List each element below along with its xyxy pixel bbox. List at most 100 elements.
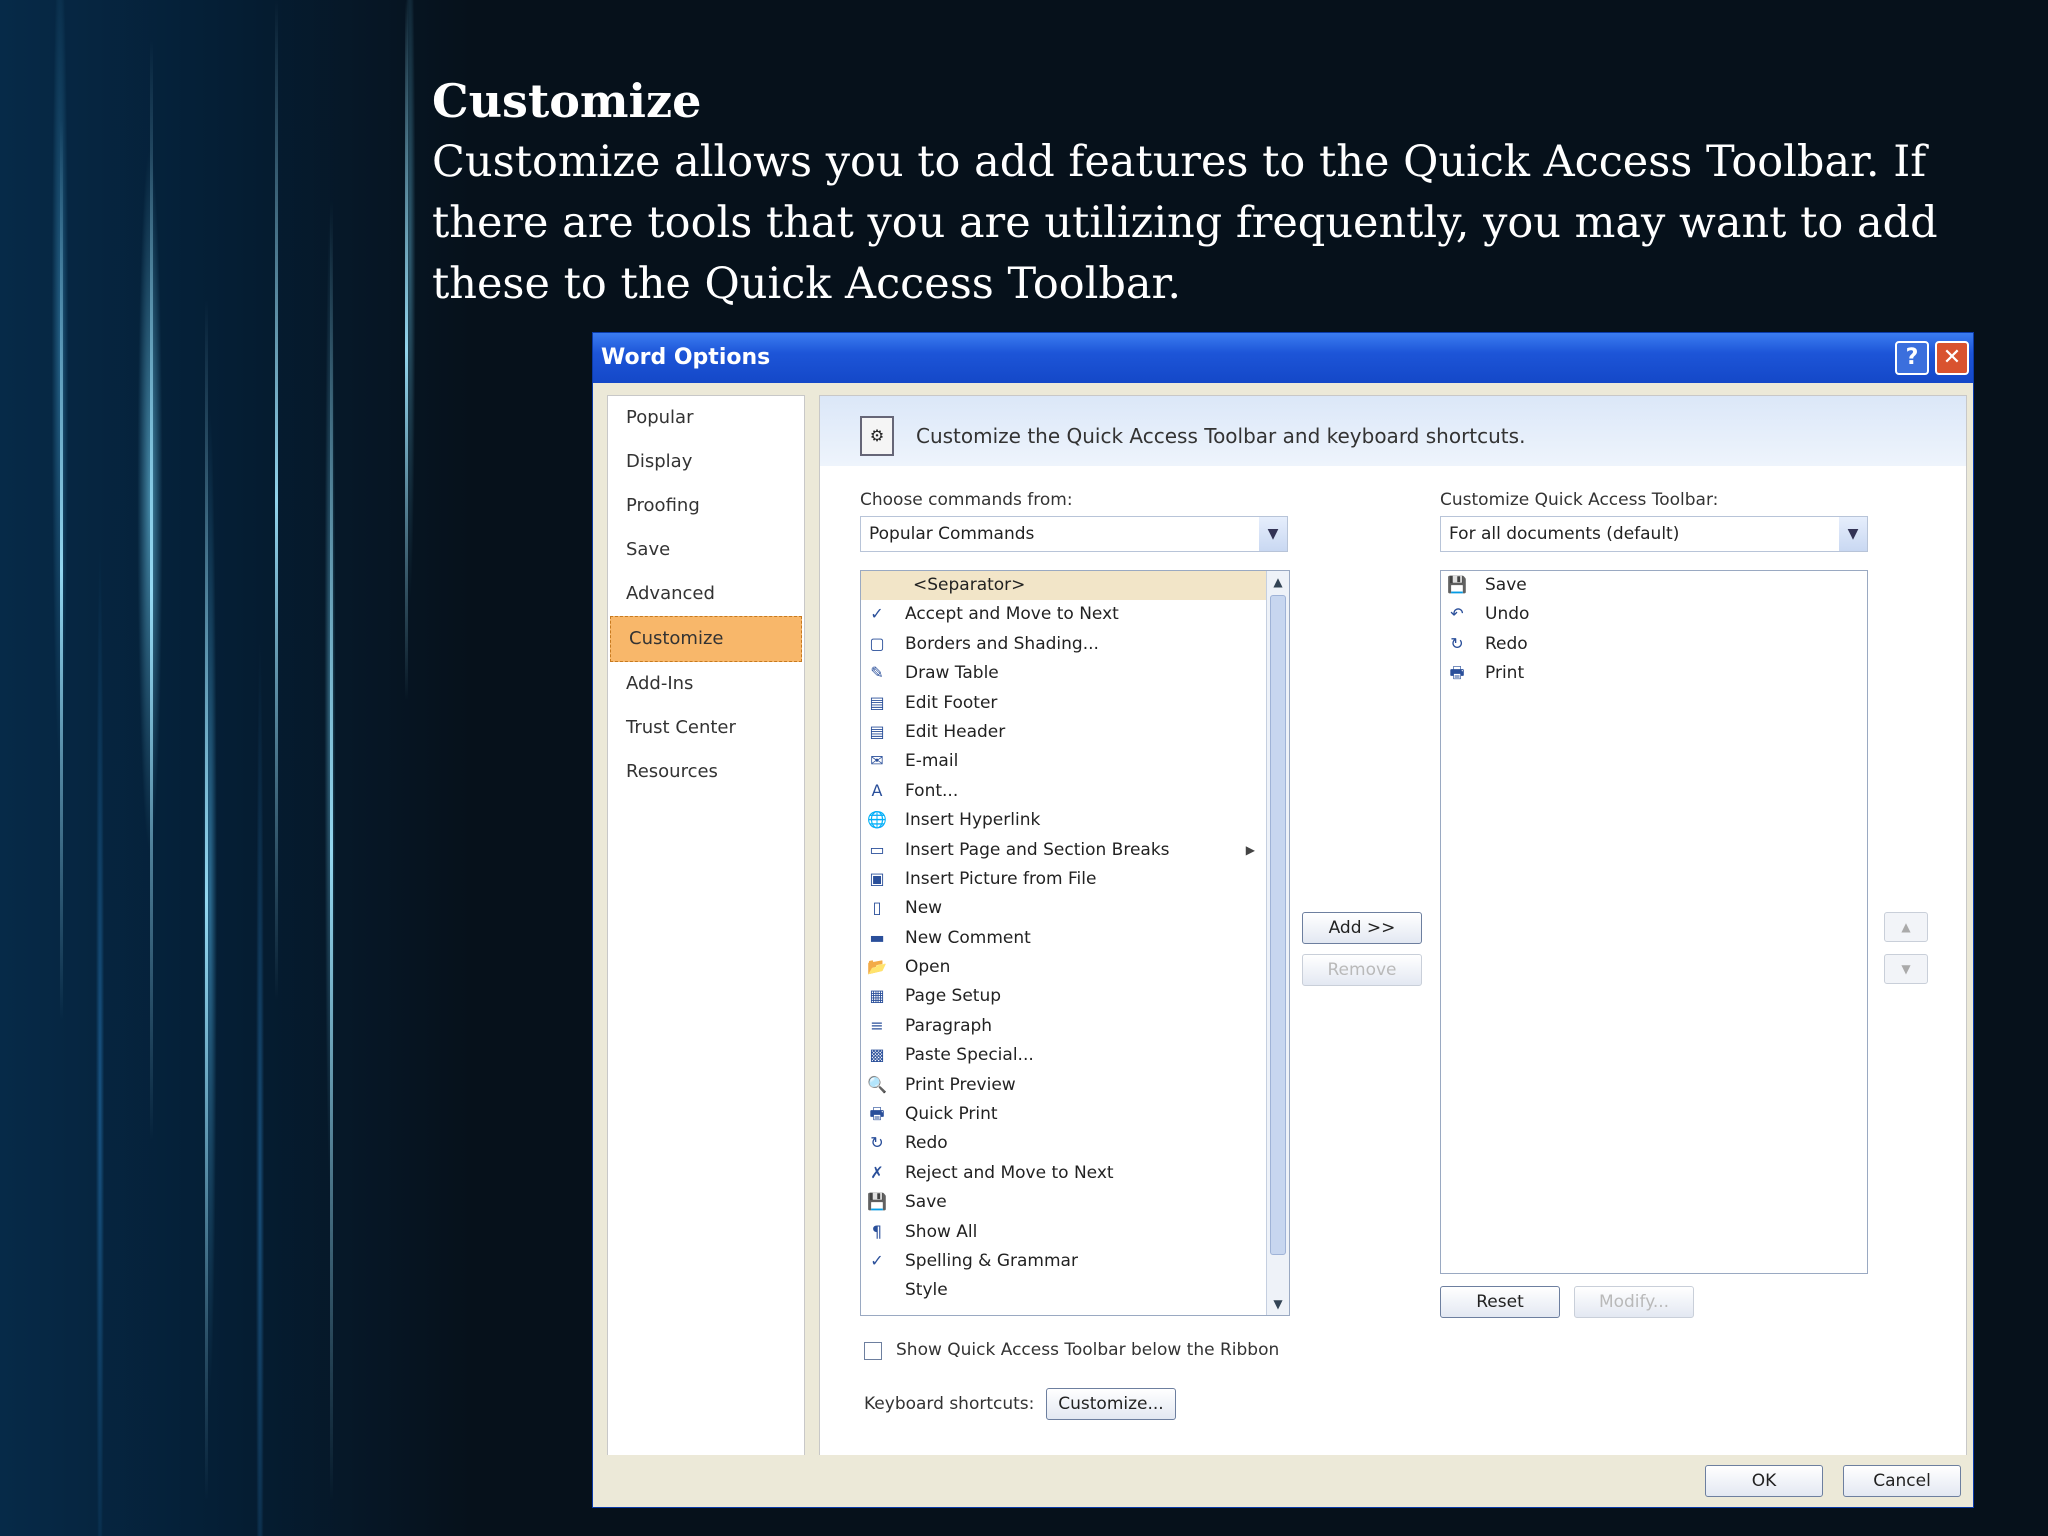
scroll-thumb[interactable] bbox=[1270, 595, 1286, 1255]
cancel-button[interactable]: Cancel bbox=[1843, 1465, 1961, 1497]
command-item[interactable]: ✗ Reject and Move to Next bbox=[861, 1159, 1289, 1188]
command-label: Print Preview bbox=[905, 1074, 1016, 1095]
command-label: Insert Page and Section Breaks bbox=[905, 839, 1170, 860]
chevron-down-icon: ▼ bbox=[1259, 517, 1287, 551]
nav-item-proofing[interactable]: Proofing bbox=[608, 484, 804, 528]
qat-item[interactable]: ↻ Redo bbox=[1441, 630, 1867, 659]
customize-panel: ⚙ Customize the Quick Access Toolbar and… bbox=[819, 395, 1967, 1457]
add-button[interactable]: Add >> bbox=[1302, 912, 1422, 944]
slide-body: Customize allows you to add features to … bbox=[432, 137, 1938, 309]
pilcrow-icon: ¶ bbox=[871, 1221, 883, 1241]
borders-icon: ▢ bbox=[869, 633, 885, 653]
command-item[interactable]: 🖶 Quick Print bbox=[861, 1100, 1289, 1129]
nav-item-advanced[interactable]: Advanced bbox=[608, 572, 804, 616]
commands-scrollbar[interactable]: ▲ ▼ bbox=[1266, 571, 1289, 1315]
commands-list[interactable]: <Separator> ✓ Accept and Move to Next ▢ Bord… bbox=[860, 570, 1290, 1316]
scroll-down-icon[interactable]: ▼ bbox=[1267, 1293, 1289, 1315]
nav-item-popular[interactable]: Popular bbox=[608, 396, 804, 440]
command-label: Style bbox=[905, 1280, 948, 1301]
slide-text-block: Customize Customize allows you to add fe… bbox=[432, 70, 1992, 315]
qat-item-label: Undo bbox=[1485, 604, 1530, 625]
command-label: Font... bbox=[905, 780, 959, 801]
command-label: Paste Special... bbox=[905, 1045, 1034, 1066]
options-nav: Popular Display Proofing Save Advanced Custom… bbox=[607, 395, 805, 1457]
scroll-up-icon[interactable]: ▲ bbox=[1267, 571, 1289, 593]
toolbar-settings-icon: ⚙ bbox=[860, 416, 894, 456]
qat-item-label: Save bbox=[1485, 575, 1527, 595]
nav-item-customize[interactable]: Customize bbox=[610, 616, 802, 662]
qat-item[interactable]: ↶ Undo bbox=[1441, 600, 1867, 629]
modify-button[interactable]: Modify... bbox=[1574, 1286, 1694, 1318]
command-item[interactable]: ▢ Borders and Shading... bbox=[861, 630, 1289, 659]
command-label: Quick Print bbox=[905, 1104, 998, 1125]
command-item[interactable]: 📂 Open bbox=[861, 953, 1289, 982]
remove-button[interactable]: Remove bbox=[1302, 954, 1422, 986]
command-item[interactable]: ▤ Edit Header bbox=[861, 718, 1289, 747]
close-icon[interactable]: ✕ bbox=[1935, 341, 1969, 375]
qat-item[interactable]: 🖶 Print bbox=[1441, 659, 1867, 688]
reset-button[interactable]: Reset bbox=[1440, 1286, 1560, 1318]
nav-item-save[interactable]: Save bbox=[608, 528, 804, 572]
email-icon: ✉ bbox=[870, 751, 884, 771]
command-item[interactable]: ✓ Accept and Move to Next bbox=[861, 600, 1289, 629]
command-label: Draw Table bbox=[905, 663, 999, 684]
choose-commands-value: Popular Commands bbox=[869, 524, 1035, 544]
qat-list[interactable]: 💾 Save ↶ Undo ↻ Redo 🖶 Print bbox=[1440, 570, 1868, 1274]
command-label: Reject and Move to Next bbox=[905, 1162, 1114, 1183]
command-item[interactable]: ▦ Page Setup bbox=[861, 982, 1289, 1011]
command-item[interactable]: ≡ Paragraph bbox=[861, 1012, 1289, 1041]
command-label: <Separator> bbox=[913, 575, 1026, 595]
command-label: Show All bbox=[905, 1221, 978, 1242]
customize-shortcuts-button[interactable]: Customize... bbox=[1046, 1388, 1176, 1420]
customize-qat-dropdown[interactable]: For all documents (default) ▼ bbox=[1440, 516, 1868, 552]
nav-item-display[interactable]: Display bbox=[608, 440, 804, 484]
nav-item-resources[interactable]: Resources bbox=[608, 750, 804, 794]
command-label: New bbox=[905, 898, 943, 919]
command-label: Paragraph bbox=[905, 1015, 993, 1036]
paragraph-settings-icon: ≡ bbox=[870, 1015, 884, 1035]
command-item[interactable]: 🔍 Print Preview bbox=[861, 1071, 1289, 1100]
command-label: Insert Hyperlink bbox=[905, 810, 1041, 831]
save-icon: 💾 bbox=[1447, 575, 1467, 594]
nav-item-add-ins[interactable]: Add-Ins bbox=[608, 662, 804, 706]
command-item[interactable]: ↻ Redo bbox=[861, 1129, 1289, 1158]
command-item[interactable]: Style bbox=[861, 1276, 1289, 1305]
command-item[interactable]: ✉ E-mail bbox=[861, 747, 1289, 776]
font-icon: A bbox=[871, 780, 883, 800]
command-item[interactable]: ▭ Insert Page and Section Breaks ▶ bbox=[861, 836, 1289, 865]
quick-print-icon: 🖶 bbox=[869, 1104, 885, 1124]
command-label: Spelling & Grammar bbox=[905, 1250, 1078, 1271]
command-item[interactable]: ✓ Spelling & Grammar bbox=[861, 1247, 1289, 1276]
command-item[interactable]: 🌐 Insert Hyperlink bbox=[861, 806, 1289, 835]
qat-item[interactable]: 💾 Save bbox=[1441, 571, 1867, 600]
redo-icon: ↻ bbox=[870, 1133, 884, 1153]
panel-header: ⚙ Customize the Quick Access Toolbar and… bbox=[820, 396, 1966, 466]
command-item[interactable]: A Font... bbox=[861, 777, 1289, 806]
command-item[interactable]: ▬ New Comment bbox=[861, 924, 1289, 953]
command-item[interactable]: ✎ Draw Table bbox=[861, 659, 1289, 688]
page-break-icon: ▭ bbox=[869, 839, 885, 859]
help-icon[interactable]: ? bbox=[1895, 341, 1929, 375]
show-below-ribbon-label: Show Quick Access Toolbar below the Ribb… bbox=[896, 1340, 1280, 1360]
style-icon bbox=[867, 1280, 887, 1300]
move-down-icon[interactable]: ▼ bbox=[1884, 954, 1928, 984]
command-item[interactable]: 💾 Save bbox=[861, 1188, 1289, 1217]
choose-commands-dropdown[interactable]: Popular Commands ▼ bbox=[860, 516, 1288, 552]
nav-item-trust-center[interactable]: Trust Center bbox=[608, 706, 804, 750]
open-folder-icon: 📂 bbox=[867, 957, 887, 977]
command-item[interactable]: ▩ Paste Special... bbox=[861, 1041, 1289, 1070]
command-item[interactable]: ▯ New bbox=[861, 894, 1289, 923]
command-item[interactable]: ▤ Edit Footer bbox=[861, 689, 1289, 718]
command-item[interactable]: ▣ Insert Picture from File bbox=[861, 865, 1289, 894]
show-below-ribbon-checkbox[interactable] bbox=[864, 1342, 882, 1360]
ok-button[interactable]: OK bbox=[1705, 1465, 1823, 1497]
command-item[interactable]: <Separator> bbox=[861, 571, 1289, 601]
command-item[interactable]: ¶ Show All bbox=[861, 1218, 1289, 1247]
qat-item-label: Redo bbox=[1485, 633, 1528, 654]
customize-qat-label: Customize Quick Access Toolbar: bbox=[1440, 490, 1719, 510]
word-options-dialog: Word Options ? ✕ Popular Display Proofing S… bbox=[592, 332, 1974, 1508]
command-label: New Comment bbox=[905, 927, 1031, 948]
command-label: Accept and Move to Next bbox=[905, 604, 1119, 625]
command-label: Edit Header bbox=[905, 721, 1006, 742]
move-up-icon[interactable]: ▲ bbox=[1884, 912, 1928, 942]
